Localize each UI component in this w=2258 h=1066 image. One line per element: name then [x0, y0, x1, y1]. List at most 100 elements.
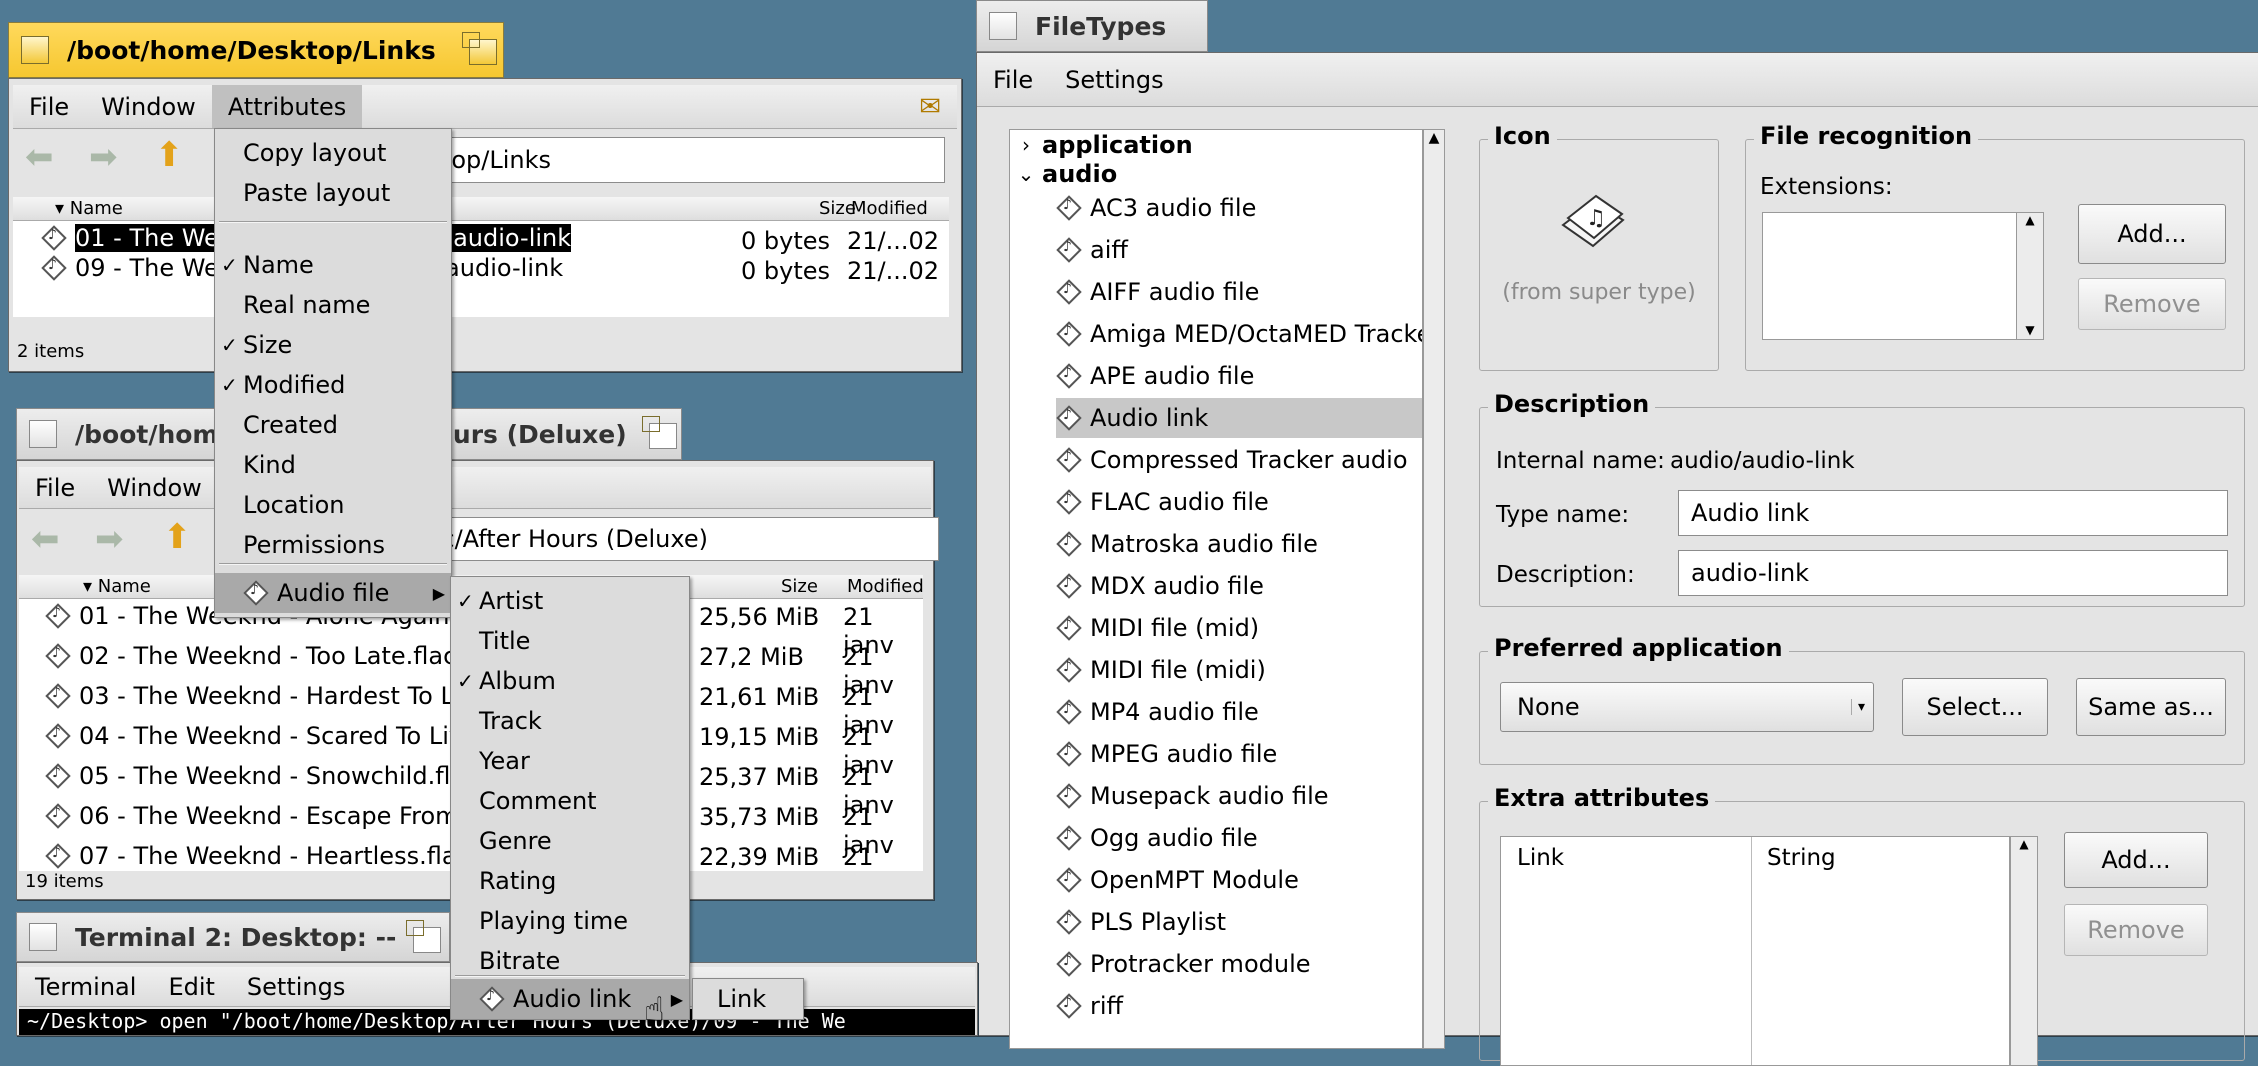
select-app-button[interactable]: Select...: [1902, 678, 2048, 736]
type-tree[interactable]: › application ⌄ audio AC3 audio fileaiff…: [1009, 129, 1423, 1049]
column-name[interactable]: ▾ Name: [55, 198, 123, 219]
close-box[interactable]: [29, 420, 57, 448]
tree-item[interactable]: PLS Playlist: [1056, 902, 1422, 942]
menu-item-audio-file[interactable]: Audio file ▶: [215, 573, 451, 613]
forward-arrow-icon[interactable]: ➡: [95, 519, 124, 559]
preferred-app-dropdown[interactable]: None ▾: [1500, 682, 1874, 732]
tree-item[interactable]: Compressed Tracker audio: [1056, 440, 1422, 480]
forward-arrow-icon[interactable]: ➡: [89, 137, 118, 177]
menu-item[interactable]: ✓ Name: [215, 249, 451, 281]
same-as-button[interactable]: Same as...: [2076, 678, 2226, 736]
menu-item[interactable]: ✓ Artist: [451, 585, 689, 617]
menu-item[interactable]: Permissions: [215, 529, 451, 561]
tracker-icon[interactable]: ✉: [903, 85, 957, 128]
close-box[interactable]: [29, 923, 57, 951]
menu-item[interactable]: ✓ Album: [451, 665, 689, 697]
expand-arrow-icon[interactable]: ›: [1010, 133, 1042, 157]
menu-item[interactable]: Bitrate: [451, 945, 689, 977]
menu-edit[interactable]: Edit: [152, 967, 230, 1006]
up-arrow-icon[interactable]: ⬆: [163, 517, 192, 557]
tree-item[interactable]: AC3 audio file: [1056, 188, 1422, 228]
menu-item[interactable]: Comment: [451, 785, 689, 817]
menu-item[interactable]: Created: [215, 409, 451, 441]
file-list[interactable]: ▾ Name Size Modified 01 - The Weeknd - A…: [13, 197, 949, 317]
menu-item-link[interactable]: Link: [693, 983, 803, 1015]
extensions-list[interactable]: [1762, 212, 2044, 340]
tree-group-application[interactable]: › application: [1010, 130, 1390, 159]
extensions-scrollbar[interactable]: ▲ ▼: [2016, 212, 2044, 340]
tree-item[interactable]: Ogg audio file: [1056, 818, 1422, 858]
menu-item[interactable]: Real name: [215, 289, 451, 321]
menu-item[interactable]: Title: [451, 625, 689, 657]
list-item[interactable]: 05 - The Weeknd - Snowchild.flac: [45, 761, 478, 791]
tree-item[interactable]: Protracker module: [1056, 944, 1422, 984]
remove-attribute-button[interactable]: Remove: [2064, 904, 2208, 956]
tree-group-audio[interactable]: ⌄ audio: [1010, 159, 1390, 188]
description-field[interactable]: audio-link: [1678, 550, 2228, 596]
tree-item[interactable]: AIFF audio file: [1056, 272, 1422, 312]
column-size[interactable]: Size: [781, 576, 818, 597]
attributes-list[interactable]: Link String: [1500, 836, 2010, 1066]
close-box[interactable]: [989, 12, 1017, 40]
tree-item[interactable]: riff: [1056, 986, 1422, 1026]
tree-item[interactable]: MDX audio file: [1056, 566, 1422, 606]
tree-item[interactable]: FLAC audio file: [1056, 482, 1422, 522]
tree-item[interactable]: MIDI file (midi): [1056, 650, 1422, 690]
menu-item[interactable]: Location: [215, 489, 451, 521]
column-modified[interactable]: Modified: [851, 198, 928, 219]
zoom-box[interactable]: [642, 416, 677, 449]
tree-item[interactable]: Matroska audio file: [1056, 524, 1422, 564]
menu-terminal[interactable]: Terminal: [19, 967, 152, 1006]
menu-item[interactable]: Playing time: [451, 905, 689, 937]
list-item[interactable]: 02 - The Weeknd - Too Late.flac: [45, 641, 456, 671]
filetypes-title-tab[interactable]: FileTypes: [976, 0, 1208, 52]
back-arrow-icon[interactable]: ⬅: [31, 519, 60, 559]
attribute-type[interactable]: String: [1767, 845, 1836, 871]
list-item[interactable]: 07 - The Weeknd - Heartless.flac: [45, 841, 470, 871]
menu-file[interactable]: File: [19, 467, 91, 508]
attribute-name[interactable]: Link: [1517, 845, 1564, 871]
type-name-field[interactable]: Audio link: [1678, 490, 2228, 536]
scroll-up-icon[interactable]: ▲: [1424, 130, 1444, 146]
menu-item[interactable]: Genre: [451, 825, 689, 857]
terminal-title-tab[interactable]: Terminal 2: Desktop: --: [16, 912, 450, 962]
menu-item[interactable]: ✓ Size: [215, 329, 451, 361]
menu-item[interactable]: Year: [451, 745, 689, 777]
links-title-tab[interactable]: /boot/home/Desktop/Links: [8, 22, 504, 78]
menu-item[interactable]: Copy layout: [215, 137, 451, 169]
column-name[interactable]: ▾ Name: [83, 576, 151, 597]
tree-item[interactable]: Musepack audio file: [1056, 776, 1422, 816]
tree-item[interactable]: aiff: [1056, 230, 1422, 270]
add-attribute-button[interactable]: Add...: [2064, 832, 2208, 888]
up-arrow-icon[interactable]: ⬆: [155, 135, 184, 175]
menu-item[interactable]: Kind: [215, 449, 451, 481]
tree-item[interactable]: MIDI file (mid): [1056, 608, 1422, 648]
menu-window[interactable]: Window: [85, 85, 212, 128]
tree-item[interactable]: OpenMPT Module: [1056, 860, 1422, 900]
attributes-scrollbar[interactable]: ▲: [2010, 836, 2038, 1066]
menu-settings[interactable]: Settings: [1049, 53, 1179, 106]
menu-file[interactable]: File: [977, 53, 1049, 106]
scroll-up-icon[interactable]: ▲: [2017, 213, 2043, 227]
scroll-down-icon[interactable]: ▼: [2017, 323, 2043, 337]
menu-settings[interactable]: Settings: [231, 967, 361, 1006]
menu-window[interactable]: Window: [91, 467, 218, 508]
tree-item[interactable]: APE audio file: [1056, 356, 1422, 396]
tree-item[interactable]: Audio link: [1056, 398, 1422, 438]
tree-scrollbar[interactable]: ▲: [1423, 129, 1445, 1049]
remove-extension-button[interactable]: Remove: [2078, 278, 2226, 330]
menu-item[interactable]: Paste layout: [215, 177, 451, 209]
collapse-arrow-icon[interactable]: ⌄: [1010, 162, 1042, 186]
zoom-box[interactable]: [462, 32, 497, 65]
tree-item[interactable]: MP4 audio file: [1056, 692, 1422, 732]
scroll-up-icon[interactable]: ▲: [2011, 837, 2037, 851]
tree-item[interactable]: Amiga MED/OctaMED Tracker: [1056, 314, 1422, 354]
menu-item[interactable]: ✓ Modified: [215, 369, 451, 401]
back-arrow-icon[interactable]: ⬅: [25, 137, 54, 177]
menu-attributes[interactable]: Attributes: [211, 85, 363, 128]
column-modified[interactable]: Modified: [847, 576, 923, 597]
tree-item[interactable]: MPEG audio file: [1056, 734, 1422, 774]
close-box[interactable]: [21, 36, 49, 64]
zoom-box[interactable]: [406, 920, 441, 953]
audio-type-icon[interactable]: ♫: [1558, 190, 1628, 252]
